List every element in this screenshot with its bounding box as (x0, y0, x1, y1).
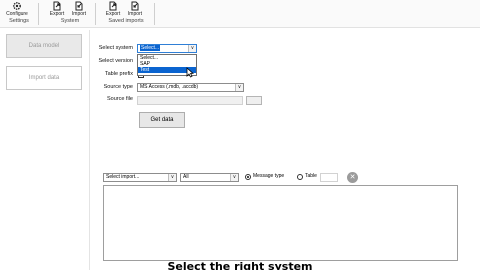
sidebar-divider (89, 30, 90, 270)
clear-filter-icon[interactable]: ✕ (347, 172, 358, 183)
ribbon-group-system: System (60, 18, 80, 24)
table-prefix-label: Table prefix (104, 71, 133, 77)
ribbon-separator (38, 3, 39, 25)
message-type-label: Message type (253, 173, 285, 179)
chevron-down-icon[interactable]: ∨ (168, 174, 176, 181)
ribbon-separator (95, 3, 96, 25)
chevron-down-icon[interactable]: ∨ (230, 174, 238, 181)
table-radio[interactable] (297, 174, 303, 180)
data-model-button[interactable]: Data model (6, 34, 82, 58)
browse-button[interactable] (246, 96, 262, 105)
select-system-label: Select system (98, 45, 133, 51)
table-radio-label: Table (305, 173, 317, 179)
export-icon (53, 1, 61, 11)
source-type-combo[interactable]: MS Access (.mdb, .accdb) ∨ (137, 83, 244, 92)
ribbon-group-settings: Settings (9, 18, 29, 24)
import-select-combo[interactable]: Select import... ∨ (103, 173, 177, 182)
ribbon-group-saved-imports: Saved imports (108, 18, 144, 24)
ribbon-toolbar: Configure Settings Export Import System … (0, 0, 480, 28)
source-type-label: Source type (103, 84, 133, 90)
import-select-value: Select import... (106, 174, 140, 180)
source-file-input[interactable] (137, 96, 243, 105)
chevron-down-icon[interactable]: ∨ (235, 84, 243, 91)
message-type-radio[interactable] (245, 174, 251, 180)
level-select-value: All (183, 174, 189, 180)
source-file-label: Source file (107, 96, 133, 102)
select-system-value: Select... (140, 45, 161, 51)
export-icon (109, 1, 117, 11)
import-data-button[interactable]: Import data (6, 66, 82, 90)
import-icon (131, 1, 139, 11)
import-icon (75, 1, 83, 11)
log-output-area[interactable] (103, 185, 458, 261)
gear-icon (13, 2, 21, 10)
get-data-button[interactable]: Get data (139, 112, 185, 128)
ribbon-separator (154, 3, 155, 25)
select-system-combo[interactable]: Select... ∨ (137, 44, 197, 53)
level-select-combo[interactable]: All ∨ (180, 173, 239, 182)
select-version-label: Select version (98, 58, 133, 64)
video-caption: Select the right system (167, 260, 313, 270)
chevron-down-icon[interactable]: ∨ (188, 45, 196, 52)
table-filter-input[interactable] (320, 173, 338, 182)
source-type-value: MS Access (.mdb, .accdb) (140, 84, 199, 90)
mouse-cursor-icon (186, 67, 194, 78)
